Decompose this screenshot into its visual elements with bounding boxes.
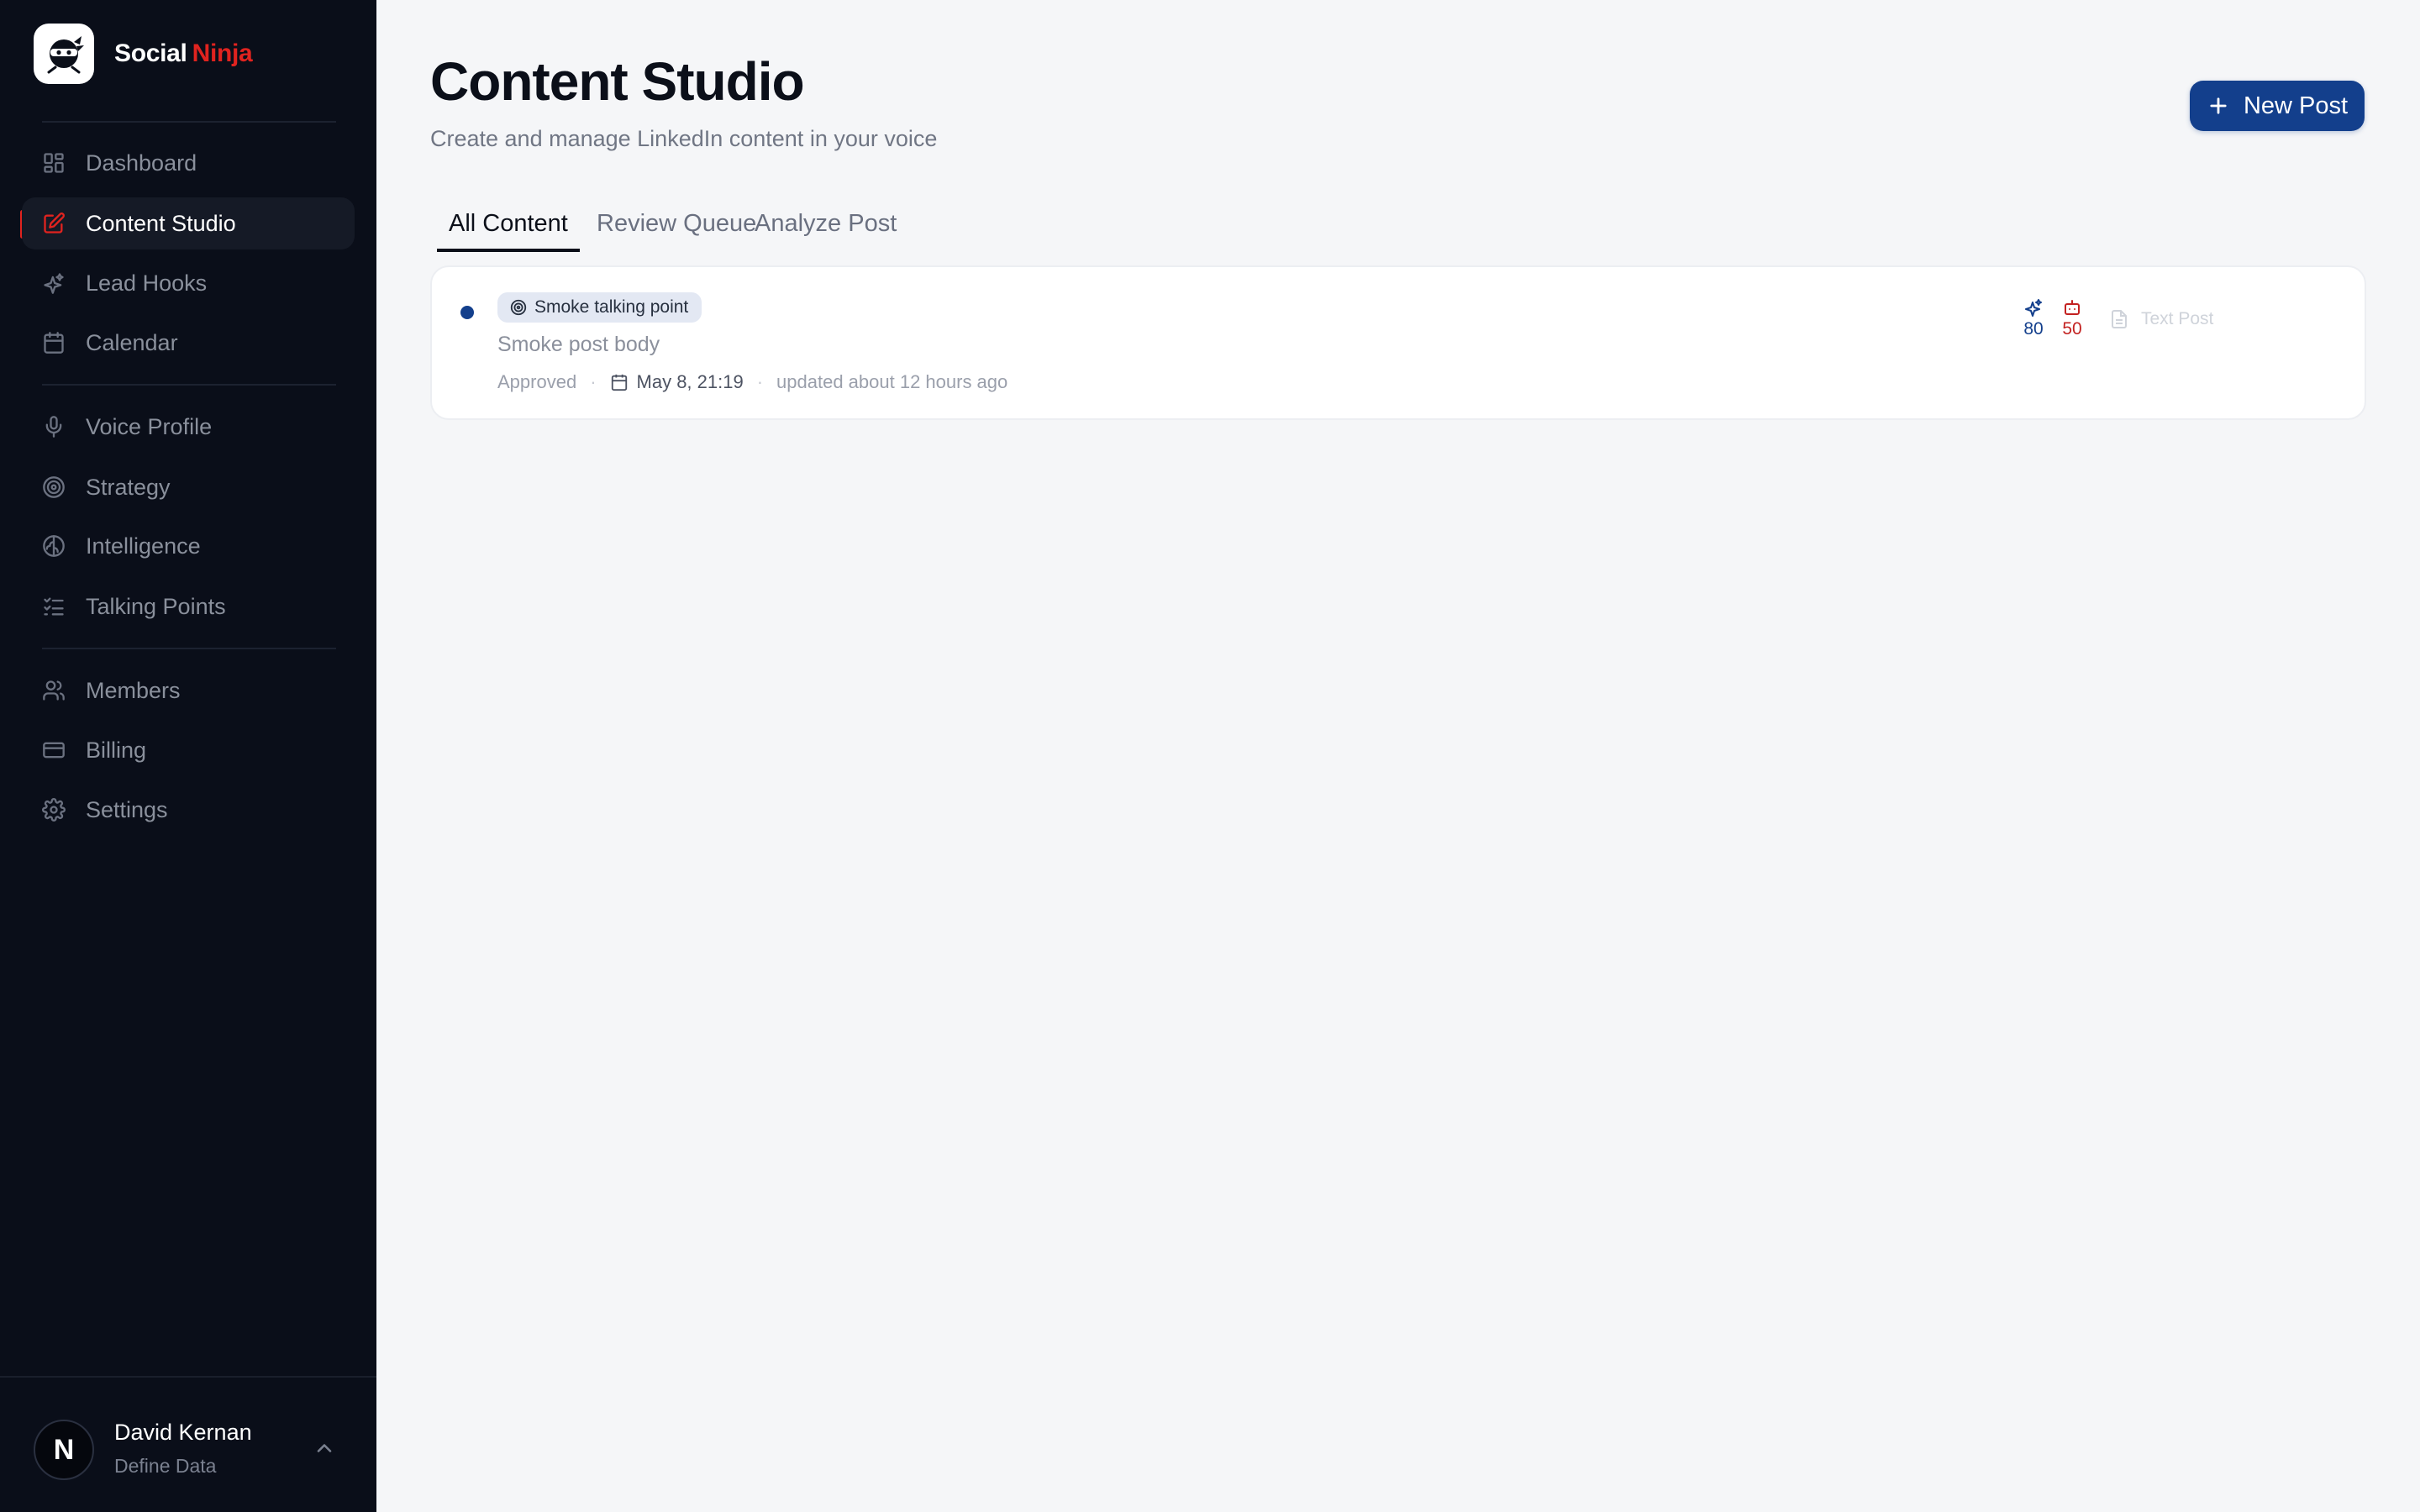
new-post-label: New Post bbox=[2243, 92, 2349, 119]
post-status: Approved bbox=[497, 371, 577, 392]
sidebar-item-calendar[interactable]: Calendar bbox=[22, 317, 355, 369]
page-title: Content Studio bbox=[430, 51, 805, 112]
brand[interactable]: Social Ninja bbox=[34, 24, 253, 84]
ai-score: 50 bbox=[2055, 297, 2089, 339]
brand-accent: Ninja bbox=[192, 39, 253, 67]
post-date: May 8, 21:19 bbox=[610, 371, 744, 393]
sidebar-item-talking-points[interactable]: Talking Points bbox=[22, 580, 355, 633]
sidebar-item-label: Calendar bbox=[86, 329, 178, 355]
list-check-icon bbox=[42, 595, 66, 618]
sidebar-divider bbox=[42, 648, 336, 649]
sidebar-item-label: Intelligence bbox=[86, 533, 201, 559]
sidebar: Social Ninja Dashboard Content Studio Lea… bbox=[0, 0, 376, 1512]
user-name: David Kernan bbox=[114, 1420, 252, 1445]
post-type-label: Text Post bbox=[2141, 309, 2214, 328]
sidebar-item-label: Voice Profile bbox=[86, 413, 213, 439]
edit-icon bbox=[42, 212, 66, 235]
avatar: N bbox=[34, 1420, 94, 1480]
tab-review-queue[interactable]: Review Queue bbox=[585, 205, 768, 252]
ai-score-value: 50 bbox=[2062, 319, 2082, 339]
sidebar-item-intelligence[interactable]: Intelligence bbox=[22, 520, 355, 572]
document-icon bbox=[2112, 310, 2127, 328]
robot-icon bbox=[2065, 300, 2080, 315]
brain-icon bbox=[42, 534, 66, 558]
credit-card-icon bbox=[42, 738, 66, 762]
meta-separator: · bbox=[756, 371, 764, 392]
sidebar-item-label: Content Studio bbox=[86, 210, 236, 236]
unread-indicator bbox=[460, 306, 474, 319]
sparkle-icon bbox=[42, 271, 66, 295]
sidebar-divider bbox=[42, 121, 336, 123]
microphone-icon bbox=[42, 415, 66, 438]
talking-point-badge[interactable]: Smoke talking point bbox=[497, 292, 702, 323]
sparkle-icon bbox=[2025, 299, 2042, 317]
brand-name: Social Ninja bbox=[114, 39, 253, 67]
user-menu[interactable]: N David Kernan Define Data bbox=[0, 1376, 376, 1512]
post-date-text: May 8, 21:19 bbox=[636, 371, 744, 392]
sidebar-item-label: Dashboard bbox=[86, 150, 197, 176]
tab-all-content[interactable]: All Content bbox=[437, 205, 580, 252]
dashboard-icon bbox=[42, 151, 66, 175]
hook-score-value: 80 bbox=[2023, 319, 2044, 339]
meta-separator: · bbox=[590, 371, 597, 392]
sidebar-divider bbox=[42, 384, 336, 386]
gear-icon bbox=[42, 798, 66, 822]
post-body: Smoke post body bbox=[497, 333, 660, 356]
new-post-button[interactable]: New Post bbox=[2190, 81, 2365, 131]
post-card[interactable]: Smoke talking point Smoke post body Appr… bbox=[430, 265, 2366, 420]
sidebar-item-content-studio[interactable]: Content Studio bbox=[22, 197, 355, 249]
sidebar-item-members[interactable]: Members bbox=[22, 664, 355, 717]
post-meta: Approved · May 8, 21:19 · updated about … bbox=[497, 371, 1007, 393]
sidebar-item-label: Billing bbox=[86, 737, 147, 763]
sidebar-item-label: Members bbox=[86, 677, 181, 703]
hook-score: 80 bbox=[2017, 297, 2050, 339]
sidebar-item-strategy[interactable]: Strategy bbox=[22, 461, 355, 513]
post-updated: updated about 12 hours ago bbox=[776, 371, 1008, 392]
target-icon bbox=[510, 299, 527, 316]
talking-point-label: Smoke talking point bbox=[534, 297, 689, 317]
user-organization: Define Data bbox=[114, 1455, 217, 1477]
sidebar-item-billing[interactable]: Billing bbox=[22, 724, 355, 776]
sidebar-item-lead-hooks[interactable]: Lead Hooks bbox=[22, 257, 355, 309]
chevron-up-icon[interactable] bbox=[313, 1436, 336, 1460]
calendar-icon bbox=[611, 374, 627, 391]
page-subtitle: Create and manage LinkedIn content in yo… bbox=[430, 126, 938, 151]
ninja-logo-icon bbox=[34, 24, 94, 84]
sidebar-item-label: Settings bbox=[86, 796, 168, 822]
post-type: Text Post bbox=[2109, 309, 2213, 329]
sidebar-item-voice-profile[interactable]: Voice Profile bbox=[22, 401, 355, 453]
target-icon bbox=[42, 475, 66, 499]
calendar-icon bbox=[42, 331, 66, 354]
sidebar-item-settings[interactable]: Settings bbox=[22, 784, 355, 836]
sidebar-item-label: Strategy bbox=[86, 474, 171, 500]
users-icon bbox=[42, 679, 66, 702]
plus-icon bbox=[2210, 97, 2227, 114]
sidebar-item-label: Lead Hooks bbox=[86, 270, 208, 296]
sidebar-item-dashboard[interactable]: Dashboard bbox=[22, 137, 355, 189]
tab-analyze-post[interactable]: Analyze Post bbox=[743, 205, 908, 252]
sidebar-item-label: Talking Points bbox=[86, 593, 226, 619]
